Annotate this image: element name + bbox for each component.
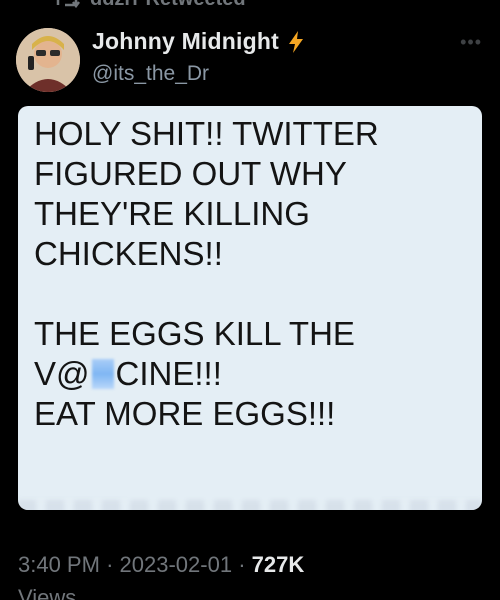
tweet-line: CHICKENS!! — [34, 235, 223, 272]
tweet-line: THE EGGS KILL THE — [34, 315, 355, 352]
tweet-meta: 3:40 PM · 2023-02-01 · 727K — [18, 552, 304, 578]
tweet-line: HOLY SHIT!! TWITTER — [34, 115, 379, 152]
tweet-line: THEY'RE KILLING — [34, 195, 310, 232]
retweet-label: ddzrr Retweeted — [90, 0, 246, 11]
retweet-icon — [54, 0, 80, 11]
retweet-header[interactable]: ddzrr Retweeted — [54, 0, 246, 11]
tweet-screen: ddzrr Retweeted Johnny Midnight @its_the… — [0, 0, 500, 600]
tweet-line: EAT MORE EGGS!!! — [34, 395, 336, 432]
views-count[interactable]: 727K — [252, 552, 305, 577]
tweet-censored-line: V@ CINE!!! — [34, 354, 466, 394]
meta-separator: · — [238, 552, 246, 577]
lightning-icon — [287, 30, 305, 54]
censor-blur — [91, 359, 114, 389]
tweet-line: FIGURED OUT WHY — [34, 155, 347, 192]
author-display-name[interactable]: Johnny Midnight — [92, 28, 279, 55]
tweet-date[interactable]: 2023-02-01 — [120, 552, 233, 577]
avatar[interactable] — [16, 28, 80, 92]
tweet-time[interactable]: 3:40 PM — [18, 552, 100, 577]
views-label: Views — [18, 585, 77, 600]
author-handle[interactable]: @its_the_Dr — [92, 62, 209, 86]
tweet-text-card: HOLY SHIT!! TWITTER FIGURED OUT WHY THEY… — [18, 106, 482, 510]
censored-suffix: CINE!!! — [115, 355, 222, 392]
censored-prefix: V@ — [34, 355, 90, 392]
more-options-icon[interactable]: ••• — [460, 32, 482, 53]
meta-separator: · — [106, 552, 114, 577]
author-name-row[interactable]: Johnny Midnight — [92, 28, 305, 55]
blurred-footer-text — [18, 500, 482, 510]
